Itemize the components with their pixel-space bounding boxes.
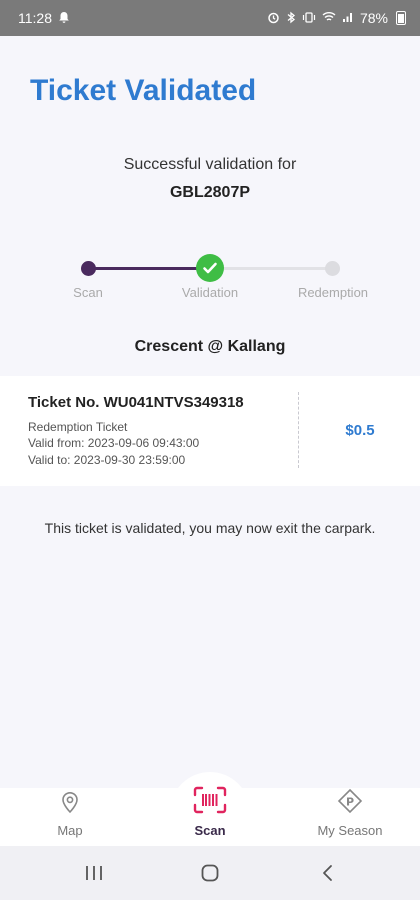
- system-nav-bar: [0, 846, 420, 900]
- page-title: Ticket Validated: [30, 74, 257, 107]
- mute-vibrate-icon: [302, 11, 316, 26]
- nav-item-scan[interactable]: Scan: [140, 786, 280, 846]
- ticket-price: $0.5: [345, 422, 375, 439]
- stepper-line-pending: [210, 267, 332, 270]
- recent-apps-icon[interactable]: [64, 860, 124, 886]
- barcode-scan-icon: [192, 786, 228, 819]
- nav-item-my-season[interactable]: P My Season: [280, 788, 420, 846]
- nav-label-scan: Scan: [194, 823, 226, 838]
- ticket-divider: [298, 392, 299, 468]
- map-pin-icon: [59, 790, 81, 819]
- exit-message: This ticket is validated, you may now ex…: [44, 520, 376, 536]
- step-scan-dot: [81, 261, 96, 276]
- ticket-valid-from: Valid from: 2023-09-06 09:43:00: [28, 436, 200, 450]
- battery-percentage: 78%: [359, 10, 388, 26]
- ticket-number: Ticket No. WU041NTVS349318: [28, 394, 244, 411]
- progress-stepper: Scan Validation Redemption: [0, 252, 420, 312]
- bottom-nav: Map Scan P My Season: [0, 786, 420, 846]
- nav-item-map[interactable]: Map: [0, 788, 140, 846]
- svg-text:P: P: [346, 796, 354, 809]
- stepper-line-completed: [88, 267, 210, 270]
- nav-label-map: Map: [57, 823, 83, 838]
- step-label-validation: Validation: [181, 285, 239, 300]
- step-label-scan: Scan: [73, 285, 103, 300]
- carpark-location: Crescent @ Kallang: [134, 338, 286, 355]
- status-time: 11:28: [18, 10, 52, 26]
- check-icon: [196, 254, 224, 282]
- step-redemption-dot: [325, 261, 340, 276]
- ticket-card: Ticket No. WU041NTVS349318 Redemption Ti…: [0, 376, 420, 486]
- step-label-redemption: Redemption: [297, 285, 369, 300]
- signal-icon: [342, 11, 354, 25]
- battery-icon: [396, 11, 406, 25]
- back-icon[interactable]: [298, 860, 358, 886]
- notification-bell-icon: [58, 11, 70, 26]
- vehicle-plate: GBL2807P: [169, 184, 251, 201]
- wifi-icon: [322, 11, 336, 25]
- nav-label-my-season: My Season: [317, 823, 383, 838]
- home-icon[interactable]: [180, 860, 240, 886]
- bluetooth-icon: [286, 11, 296, 26]
- alarm-icon: [267, 11, 280, 26]
- validation-subtitle: Successful validation for: [123, 156, 297, 173]
- parking-icon: P: [337, 788, 363, 819]
- ticket-type: Redemption Ticket: [28, 420, 128, 434]
- status-bar: 11:28 78%: [0, 0, 420, 36]
- ticket-valid-to: Valid to: 2023-09-30 23:59:00: [28, 453, 186, 467]
